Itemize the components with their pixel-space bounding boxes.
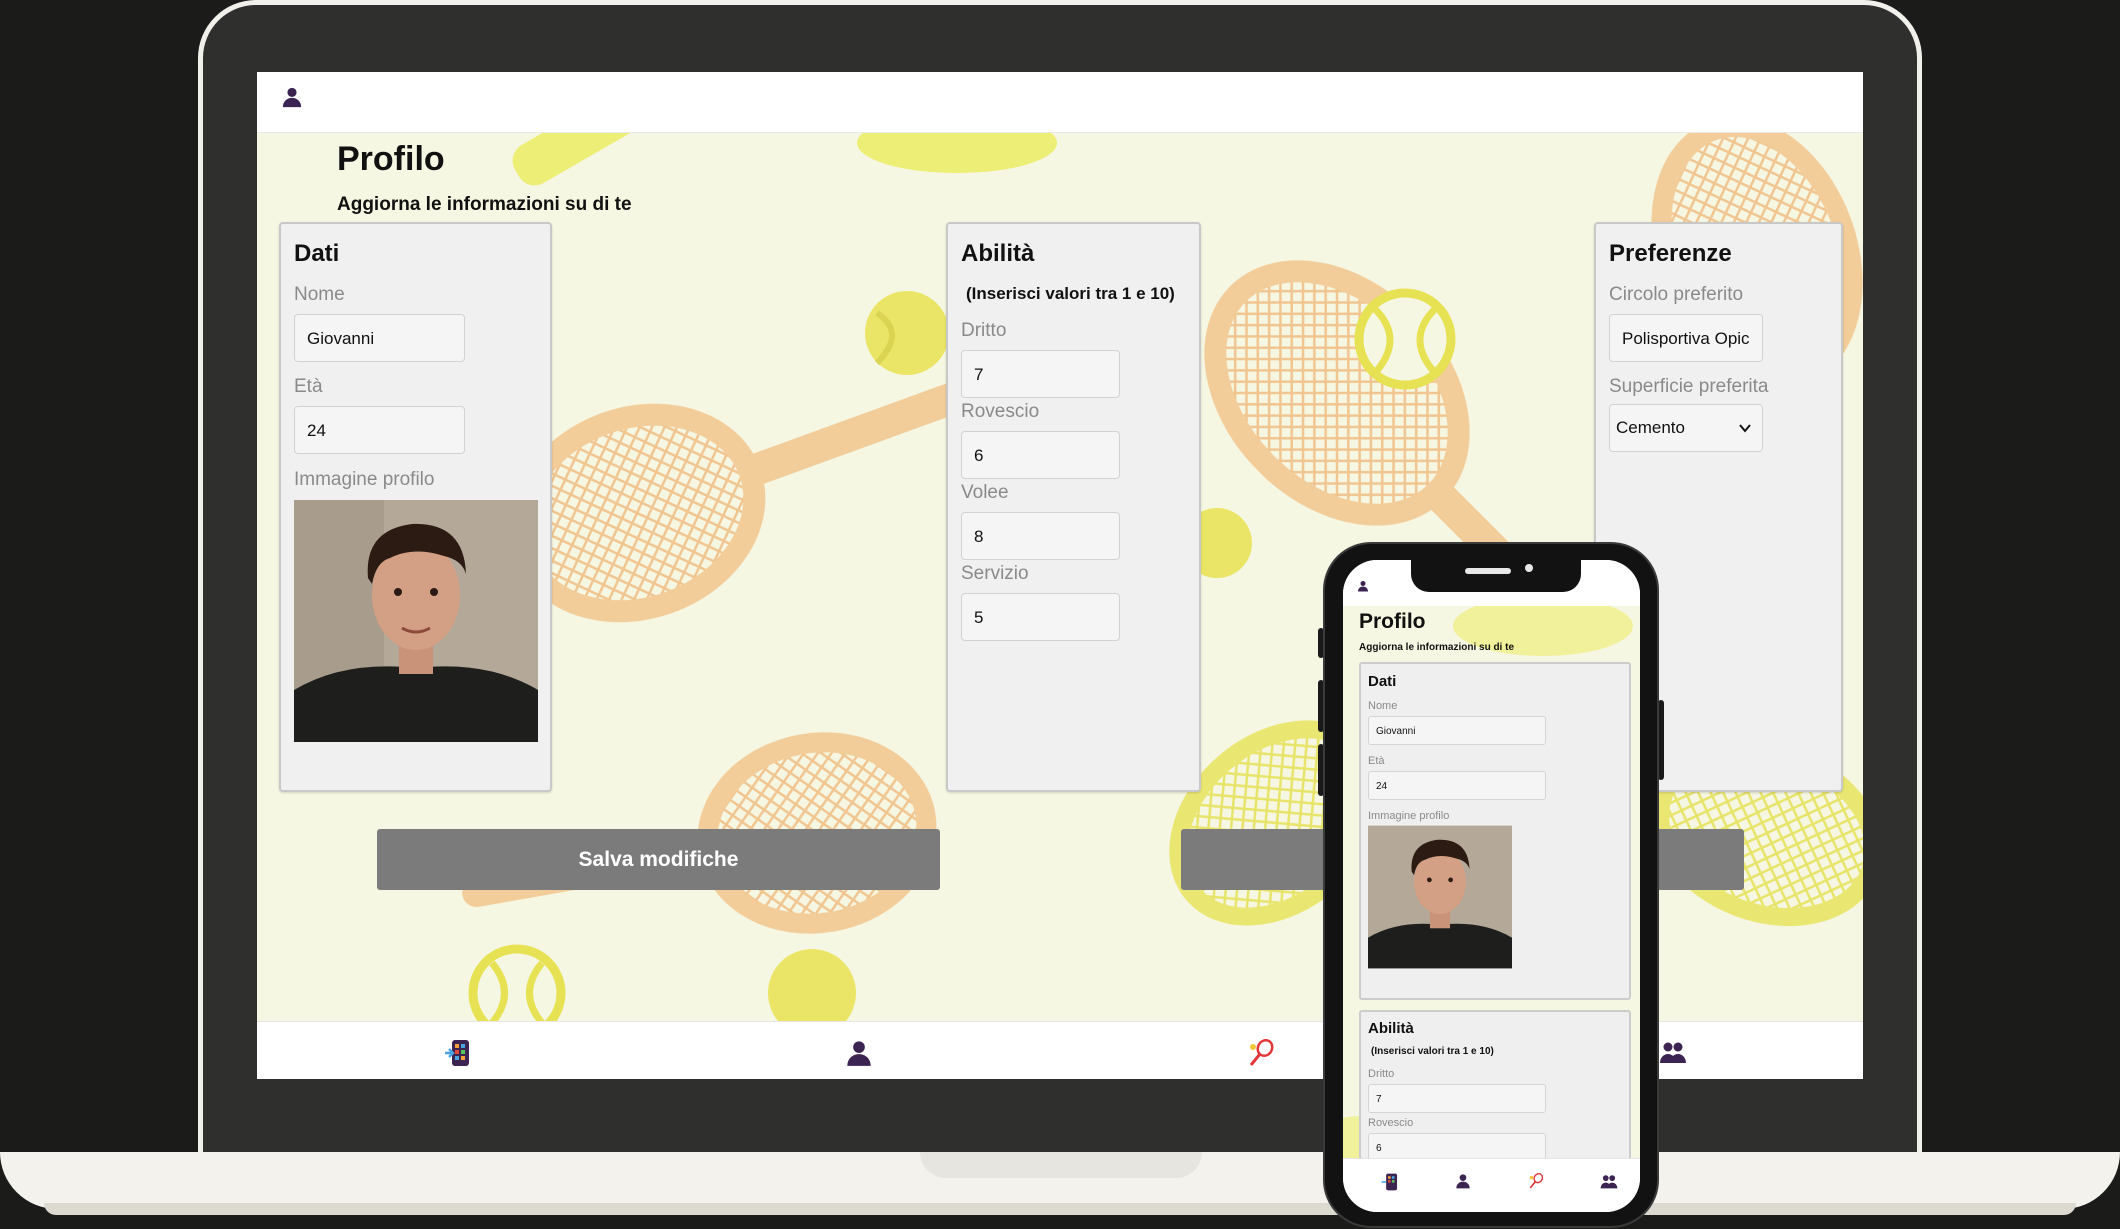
immagine-label: Immagine profilo bbox=[294, 469, 435, 490]
eta-label: Età bbox=[294, 376, 323, 397]
dati-card: Dati Nome Giovanni Età 24 Immagine profi… bbox=[279, 222, 552, 792]
phone-nome-label: Nome bbox=[1368, 700, 1398, 712]
phone-abilita-card: Abilità (Inserisci valori tra 1 e 10) Dr… bbox=[1359, 1010, 1631, 1162]
user-icon[interactable] bbox=[845, 1039, 873, 1067]
volee-field[interactable]: 8 bbox=[961, 512, 1120, 560]
phone-dati-title: Dati bbox=[1368, 673, 1397, 690]
laptop-base-edge bbox=[44, 1203, 2076, 1215]
phone-dritto-label: Dritto bbox=[1368, 1068, 1395, 1080]
user-icon[interactable] bbox=[281, 86, 303, 108]
servizio-field[interactable]: 5 bbox=[961, 593, 1120, 641]
phone-notch bbox=[1411, 558, 1581, 592]
rovescio-field[interactable]: 6 bbox=[961, 431, 1120, 479]
phone-dati-card: Dati Nome Giovanni Età 24 Immagine profi… bbox=[1359, 662, 1631, 1000]
dritto-field[interactable]: 7 bbox=[961, 350, 1120, 398]
phone-abilita-note: (Inserisci valori tra 1 e 10) bbox=[1371, 1046, 1494, 1057]
phone-grid-icon[interactable] bbox=[1381, 1173, 1399, 1191]
chevron-down-icon bbox=[1739, 424, 1751, 433]
abilita-card: Abilità (Inserisci valori tra 1 e 10) Dr… bbox=[946, 222, 1201, 792]
phone-page-title: Profilo bbox=[1359, 610, 1426, 633]
tennis-ball-icon bbox=[1354, 288, 1456, 390]
phone-speaker bbox=[1465, 568, 1511, 574]
phone-bottom-nav bbox=[1343, 1158, 1640, 1212]
preferenze-title: Preferenze bbox=[1609, 240, 1732, 267]
nome-field[interactable]: Giovanni bbox=[294, 314, 465, 362]
servizio-label: Servizio bbox=[961, 563, 1029, 584]
rovescio-label: Rovescio bbox=[961, 401, 1040, 422]
laptop-notch bbox=[920, 1152, 1202, 1178]
tennis-racket-icon[interactable] bbox=[1247, 1039, 1275, 1067]
phone-profile-photo[interactable] bbox=[1368, 825, 1512, 969]
phone-eta-field[interactable]: 24 bbox=[1368, 771, 1546, 800]
phone-grid-icon[interactable] bbox=[444, 1039, 472, 1067]
page-title: Profilo bbox=[337, 140, 445, 178]
circolo-field[interactable]: Polisportiva Opic bbox=[1609, 314, 1763, 362]
superficie-select[interactable]: Cemento bbox=[1609, 404, 1763, 452]
phone-rovescio-label: Rovescio bbox=[1368, 1117, 1414, 1129]
user-icon[interactable] bbox=[1455, 1173, 1471, 1189]
dati-title: Dati bbox=[294, 240, 340, 267]
phone-immagine-label: Immagine profilo bbox=[1368, 810, 1450, 822]
dritto-label: Dritto bbox=[961, 320, 1007, 341]
phone-screen: Profilo Aggiorna le informazioni su di t… bbox=[1343, 560, 1640, 1212]
save-button[interactable]: Salva modifiche bbox=[377, 829, 940, 890]
top-bar bbox=[257, 72, 1863, 133]
tennis-racket-icon[interactable] bbox=[1528, 1173, 1544, 1189]
phone-nome-field[interactable]: Giovanni bbox=[1368, 716, 1546, 745]
phone-eta-label: Età bbox=[1368, 755, 1385, 767]
phone-dritto-field[interactable]: 7 bbox=[1368, 1084, 1546, 1113]
phone-page-subtitle: Aggiorna le informazioni su di te bbox=[1359, 642, 1515, 653]
device-mockup: Profilo Aggiorna le informazioni su di t… bbox=[0, 0, 2120, 1229]
user-icon[interactable] bbox=[1357, 580, 1369, 592]
profile-photo[interactable] bbox=[294, 500, 538, 742]
nome-label: Nome bbox=[294, 284, 345, 305]
users-icon[interactable] bbox=[1659, 1039, 1687, 1067]
users-icon[interactable] bbox=[1600, 1173, 1618, 1191]
eta-field[interactable]: 24 bbox=[294, 406, 465, 454]
phone-camera bbox=[1525, 564, 1533, 572]
phone-abilita-title: Abilità bbox=[1368, 1020, 1414, 1037]
volee-label: Volee bbox=[961, 482, 1009, 503]
circolo-label: Circolo preferito bbox=[1609, 284, 1744, 305]
abilita-note: (Inserisci valori tra 1 e 10) bbox=[966, 284, 1175, 303]
superficie-value: Cemento bbox=[1616, 418, 1685, 437]
abilita-title: Abilità bbox=[961, 240, 1035, 267]
superficie-label: Superficie preferita bbox=[1609, 376, 1769, 397]
page-subtitle: Aggiorna le informazioni su di te bbox=[337, 194, 632, 215]
phone-frame: Profilo Aggiorna le informazioni su di t… bbox=[1323, 542, 1659, 1228]
